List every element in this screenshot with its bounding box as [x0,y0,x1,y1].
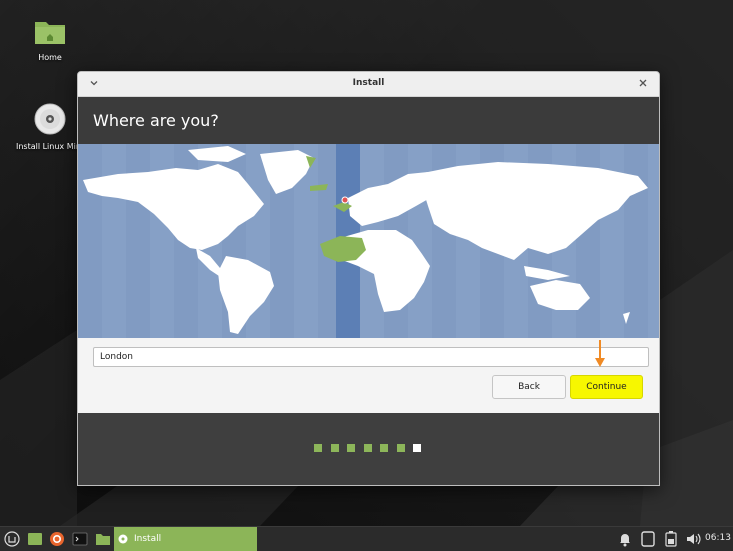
back-button[interactable]: Back [492,375,566,399]
location-input[interactable] [93,347,649,367]
clock: 06:13 [705,533,731,543]
taskbar-task-label: Install [134,534,162,544]
desktop-icon-label: Home [38,53,62,62]
close-icon[interactable] [637,77,649,89]
progress-step-dot [330,444,339,452]
folder-icon [35,22,65,44]
timezone-map[interactable] [78,144,659,338]
progress-step-dot [363,444,372,452]
titlebar[interactable]: Install [78,72,659,97]
progress-step-dot [347,444,355,452]
notification-bell-icon[interactable] [618,531,632,547]
window-title: Install [352,78,385,88]
pointer-arrow-icon [595,340,605,367]
files-icon[interactable] [95,531,111,547]
progress-step-dot [380,444,388,452]
display-icon[interactable] [641,531,655,547]
battery-icon[interactable] [665,531,677,547]
progress-step-dot [314,444,322,452]
desktop-icon-label: Install Linux Mint [15,142,85,151]
location-pin [341,196,349,204]
terminal-icon[interactable] [72,531,88,547]
header-band: Where are you? [78,97,659,144]
taskbar: Install 06:13 [0,526,733,551]
disc-icon [34,103,66,135]
desktop-icon-install-linux-mint[interactable]: Install Linux Mint [15,103,85,152]
progress-step-dot [396,444,405,452]
menu-icon[interactable] [4,531,20,547]
progress-footer [78,413,659,485]
installer-window: Install Where are you? London Back Conti… [77,71,660,486]
progress-step-dot [413,444,421,452]
volume-icon[interactable] [685,531,701,547]
continue-button[interactable]: Continue [570,375,643,399]
desktop-icon-home[interactable]: Home [15,18,85,63]
firefox-icon[interactable] [49,531,65,547]
taskbar-task-install[interactable]: Install [114,527,257,551]
page-title: Where are you? [93,111,219,130]
installer-icon [118,534,128,544]
show-desktop-icon[interactable] [27,531,43,547]
